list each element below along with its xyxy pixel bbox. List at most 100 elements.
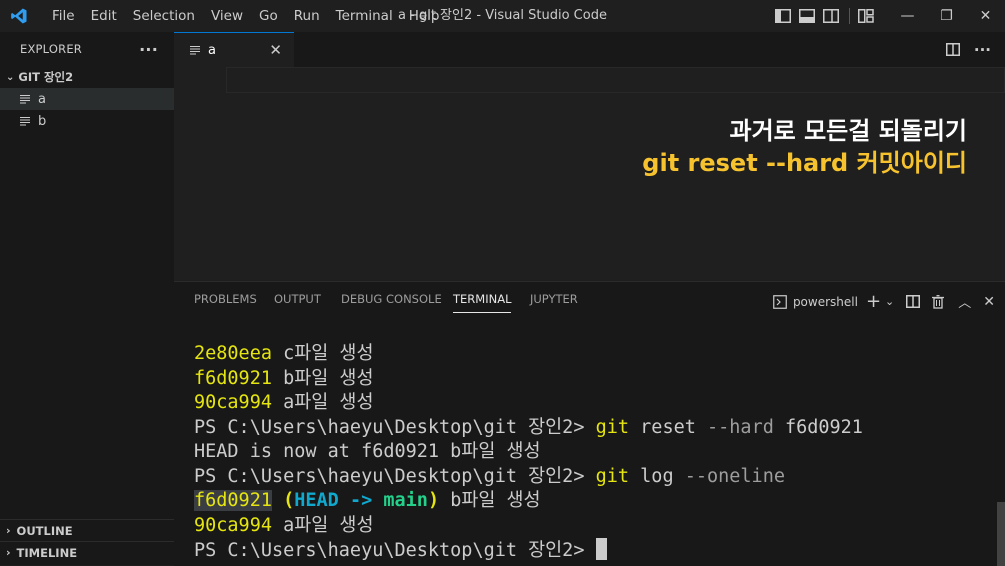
command-flag: --oneline	[684, 465, 785, 487]
commit-hash: 90ca994	[194, 392, 272, 413]
paren-open: (	[283, 490, 295, 511]
ref-arrow: ->	[349, 490, 373, 511]
command-arg: f6d0921	[784, 416, 863, 438]
terminal-cursor	[595, 538, 607, 560]
title-bar: File Edit Selection View Go Run Terminal…	[0, 0, 1005, 32]
commit-hash: f6d0921	[194, 367, 272, 389]
explorer-header: EXPLORER ···	[0, 32, 174, 66]
current-line-highlight	[226, 67, 1005, 93]
bottom-panel: PROBLEMS OUTPUT DEBUG CONSOLE TERMINAL J…	[174, 281, 1005, 566]
panel-actions: powershell + ⌄ ︿ ✕	[773, 291, 995, 312]
tab-output[interactable]: OUTPUT	[274, 292, 321, 306]
timeline-label: TIMELINE	[16, 545, 78, 560]
command-git: git	[595, 416, 630, 438]
minimize-icon[interactable]: —	[888, 0, 927, 32]
trash-icon[interactable]	[932, 294, 945, 309]
terminal-output[interactable]: 2e80eea c파일 생성 f6d0921 b파일 생성 90ca994 a파일 …	[194, 342, 863, 564]
toggle-secondary-sidebar-icon[interactable]	[823, 9, 839, 23]
file-item-label: a	[38, 91, 46, 107]
outline-label: OUTLINE	[16, 523, 73, 538]
file-item-label: b	[38, 113, 47, 129]
commit-message: a파일 생성	[283, 392, 374, 413]
file-lines-icon	[20, 117, 30, 126]
close-tab-icon[interactable]: ✕	[269, 41, 282, 59]
commit-message: b파일 생성	[283, 367, 374, 389]
commit-message: a파일 생성	[283, 514, 374, 536]
terminal-line: PS C:\Users\haeyu\Desktop\git 장인2> git l…	[194, 465, 863, 490]
editor-actions: ···	[945, 32, 991, 67]
split-editor-icon[interactable]	[945, 43, 960, 56]
commit-hash: f6d0921	[194, 490, 272, 511]
overlay-caption-command: git reset --hard 커밋아이디	[642, 149, 967, 177]
restore-icon[interactable]: ❐	[927, 0, 966, 32]
menu-help[interactable]: Help	[401, 0, 448, 32]
folder-git-jangin2[interactable]: ⌄ GIT 장인2	[0, 66, 174, 88]
more-actions-icon[interactable]: ···	[974, 41, 991, 59]
split-terminal-icon[interactable]	[906, 295, 921, 308]
menu-go[interactable]: Go	[251, 0, 286, 32]
more-actions-icon[interactable]: ···	[139, 40, 158, 59]
prompt: PS C:\Users\haeyu\Desktop\git 장인2>	[194, 416, 585, 438]
head-ref: HEAD	[294, 490, 339, 511]
new-terminal-icon[interactable]: +	[866, 291, 881, 312]
head-message: HEAD is now at f6d0921 b파일 생성	[194, 441, 541, 462]
menu-view[interactable]: View	[203, 0, 251, 32]
tab-a[interactable]: a ✕	[174, 32, 294, 67]
file-item-b[interactable]: b	[0, 110, 174, 132]
maximize-panel-icon[interactable]: ︿	[958, 292, 971, 311]
file-lines-icon	[190, 46, 200, 55]
tab-label: a	[208, 42, 216, 58]
commit-message: b파일 생성	[450, 490, 541, 511]
prompt: PS C:\Users\haeyu\Desktop\git 장인2>	[194, 540, 585, 561]
customize-layout-icon[interactable]	[858, 9, 874, 23]
close-window-icon[interactable]: ✕	[966, 0, 1005, 32]
editor-area[interactable]: 과거로 모든걸 되돌리기 git reset --hard 커밋아이디	[174, 67, 1005, 280]
chevron-right-icon: ›	[6, 546, 11, 559]
terminal-line: 2e80eea c파일 생성	[194, 342, 863, 367]
command-sub: log	[640, 465, 674, 487]
separator	[849, 8, 850, 24]
folder-label: GIT 장인2	[18, 70, 74, 84]
menu-selection[interactable]: Selection	[125, 0, 203, 32]
menu-file[interactable]: File	[44, 0, 83, 32]
timeline-section[interactable]: › TIMELINE	[0, 541, 174, 563]
toggle-panel-icon[interactable]	[799, 9, 815, 23]
terminal-line: PS C:\Users\haeyu\Desktop\git 장인2> git r…	[194, 416, 863, 441]
terminal-scrollbar[interactable]	[997, 502, 1005, 566]
vscode-logo-icon	[11, 8, 27, 24]
file-item-a[interactable]: a	[0, 88, 174, 110]
commit-hash: 90ca994	[194, 514, 272, 536]
chevron-right-icon: ›	[6, 524, 11, 537]
explorer-title: EXPLORER	[20, 42, 82, 56]
close-panel-icon[interactable]: ✕	[983, 294, 995, 310]
terminal-line: 90ca994 a파일 생성	[194, 391, 863, 416]
shell-name[interactable]: powershell	[793, 295, 858, 309]
terminal-line: 90ca994 a파일 생성	[194, 514, 863, 539]
title-bar-controls: — ❐ ✕	[775, 0, 1005, 32]
branch-name: main	[383, 490, 428, 511]
toggle-primary-sidebar-icon[interactable]	[775, 9, 791, 23]
menu-terminal[interactable]: Terminal	[328, 0, 401, 32]
explorer-sidebar: EXPLORER ··· ⌄ GIT 장인2 a b › OUTLINE › T…	[0, 32, 174, 565]
commit-hash: 2e80eea	[194, 343, 272, 364]
menu-run[interactable]: Run	[286, 0, 328, 32]
terminal-line: HEAD is now at f6d0921 b파일 생성	[194, 440, 863, 465]
tab-debug-console[interactable]: DEBUG CONSOLE	[341, 292, 442, 306]
terminal-line: PS C:\Users\haeyu\Desktop\git 장인2>	[194, 538, 863, 564]
chevron-down-icon: ⌄	[6, 71, 15, 83]
terminal-line: f6d0921 (HEAD -> main) b파일 생성	[194, 489, 863, 514]
overlay-caption-title: 과거로 모든걸 되돌리기	[729, 117, 967, 145]
menu-edit[interactable]: Edit	[83, 0, 125, 32]
terminal-icon	[773, 294, 787, 309]
command-sub: reset	[640, 416, 696, 438]
chevron-down-icon[interactable]: ⌄	[885, 295, 894, 308]
editor-tab-bar: a ✕ ···	[174, 32, 1005, 67]
tab-terminal[interactable]: TERMINAL	[453, 292, 512, 313]
outline-section[interactable]: › OUTLINE	[0, 519, 174, 541]
tab-jupyter[interactable]: JUPYTER	[530, 292, 578, 306]
file-lines-icon	[20, 95, 30, 104]
commit-message: c파일 생성	[283, 343, 374, 364]
paren-close: )	[427, 490, 440, 511]
tab-problems[interactable]: PROBLEMS	[194, 292, 257, 306]
command-git: git	[595, 465, 630, 487]
